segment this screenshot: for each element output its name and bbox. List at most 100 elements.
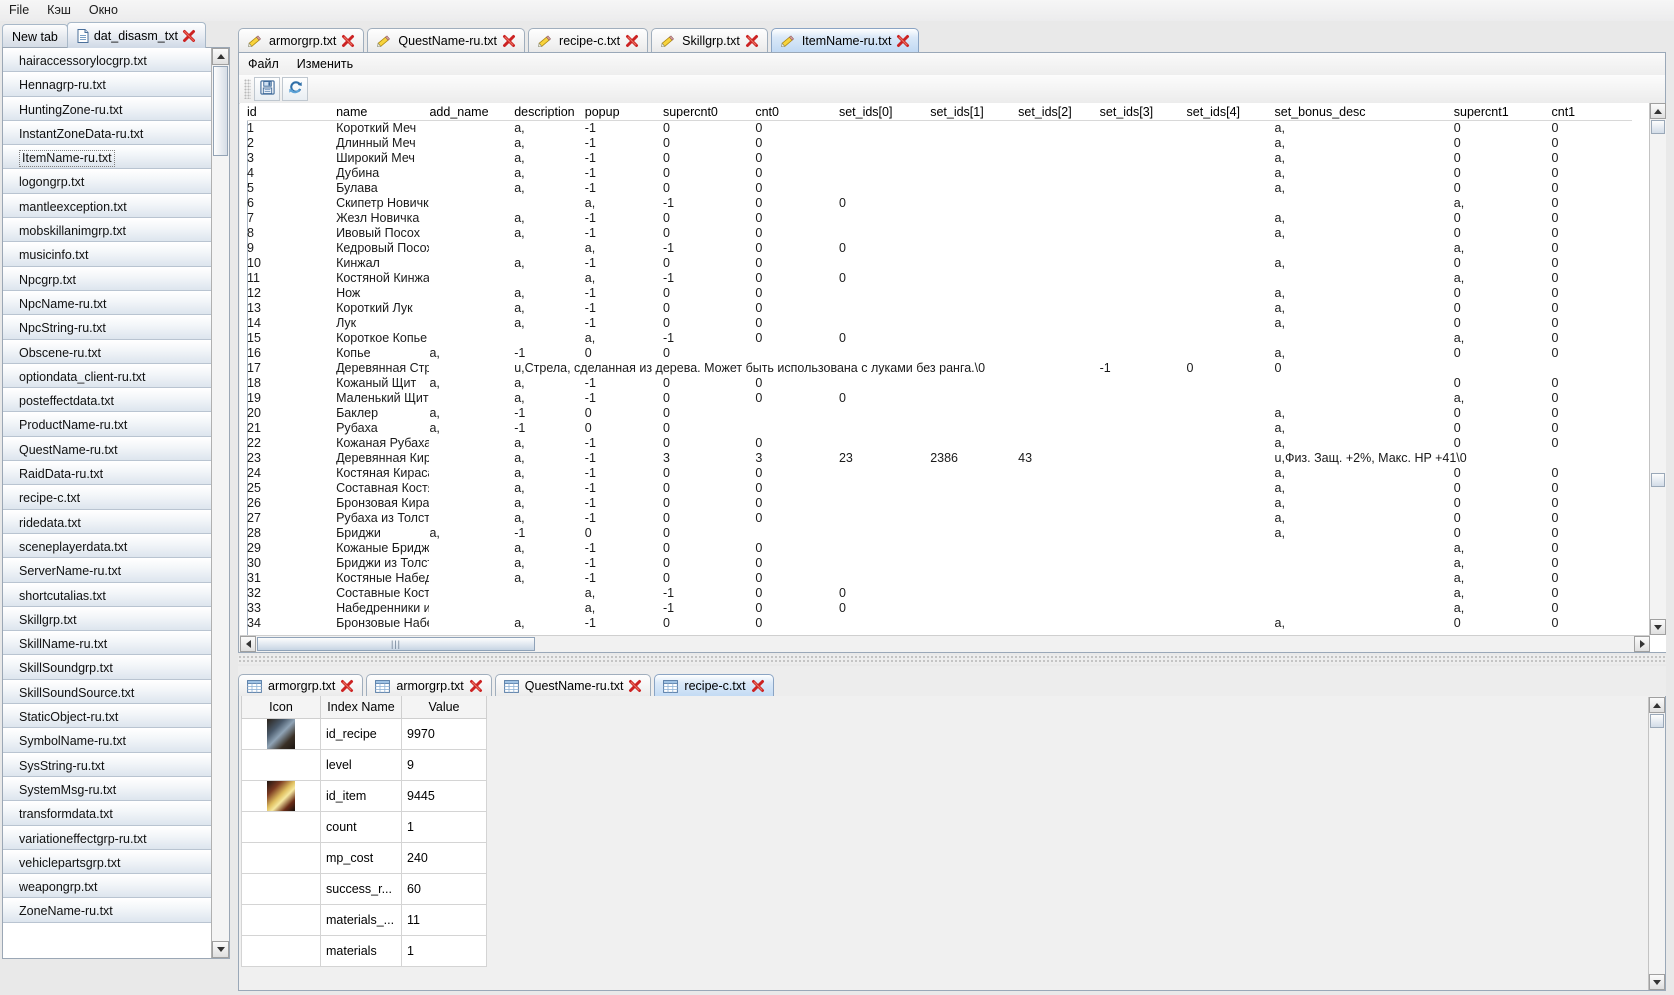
grid-cell[interactable]: 0: [839, 586, 930, 601]
grid-cell[interactable]: [930, 181, 1018, 196]
grid-cell[interactable]: [1187, 151, 1275, 166]
grid-cell[interactable]: 0: [1552, 406, 1633, 421]
grid-cell[interactable]: 0: [663, 391, 755, 406]
grid-cell[interactable]: [1187, 346, 1275, 361]
grid-cell[interactable]: a,: [1454, 556, 1552, 571]
grid-cell[interactable]: [1552, 361, 1633, 376]
grid-cell[interactable]: 0: [755, 316, 839, 331]
scrollbar-track[interactable]: [212, 65, 229, 941]
property-icon-cell[interactable]: [241, 904, 321, 936]
grid-cell[interactable]: a,: [514, 121, 585, 137]
grid-cell[interactable]: -1: [514, 406, 585, 421]
grid-cell[interactable]: Копье: [336, 346, 429, 361]
grid-cell[interactable]: [429, 616, 514, 631]
grid-cell[interactable]: a,: [514, 511, 585, 526]
grid-cell[interactable]: -1: [585, 391, 663, 406]
grid-cell[interactable]: [1018, 526, 1099, 541]
grid-cell[interactable]: [839, 436, 930, 451]
grid-cell[interactable]: 0: [663, 316, 755, 331]
close-icon[interactable]: [751, 679, 765, 693]
grid-col-id[interactable]: id: [247, 103, 337, 121]
grid-cell[interactable]: [429, 391, 514, 406]
grid-cell[interactable]: -1: [663, 601, 755, 616]
grid-cell[interactable]: 0: [663, 436, 755, 451]
grid-cell[interactable]: [1100, 451, 1187, 466]
grid-cell[interactable]: [1100, 196, 1187, 211]
grid-cell[interactable]: 3: [247, 151, 336, 166]
grid-cell[interactable]: [1187, 301, 1275, 316]
grid-cell[interactable]: 17: [247, 361, 336, 376]
grid-cell[interactable]: 13: [247, 301, 336, 316]
grid-cell[interactable]: [1100, 151, 1187, 166]
property-icon-cell[interactable]: [241, 935, 321, 967]
grid-cell[interactable]: 0: [1552, 511, 1633, 526]
reload-button[interactable]: [282, 77, 308, 101]
property-value-cell[interactable]: 60: [401, 873, 487, 905]
property-value-cell[interactable]: 9970: [401, 718, 487, 750]
grid-cell[interactable]: [1187, 181, 1275, 196]
grid-col-set-ids-2[interactable]: set_ids[2]: [1018, 103, 1100, 121]
file-list-item[interactable]: RaidData-ru.txt: [3, 461, 211, 486]
file-list-item[interactable]: HuntingZone-ru.txt: [3, 96, 211, 121]
grid-row[interactable]: 18 Кожаный Щит a, a, -1 0 0 0 0: [247, 376, 1632, 391]
grid-cell[interactable]: 32: [247, 586, 336, 601]
property-index-name-cell[interactable]: count: [320, 811, 402, 843]
grid-scrollbar-thumb[interactable]: [1651, 120, 1665, 134]
grid-cell[interactable]: -1: [663, 241, 755, 256]
grid-row[interactable]: 17Деревянная Стрела u,Стрела, сделанная и…: [247, 361, 1632, 376]
file-list-scrollbar[interactable]: [211, 48, 229, 958]
grid-cell[interactable]: [839, 136, 930, 151]
grid-cell[interactable]: [1100, 586, 1187, 601]
grid-cell[interactable]: [1018, 331, 1099, 346]
property-value-cell[interactable]: 11: [401, 904, 487, 936]
grid-scroll-up-button[interactable]: [1650, 103, 1666, 119]
grid-cell[interactable]: [1018, 316, 1099, 331]
file-list-item[interactable]: optiondata_client-ru.txt: [3, 363, 211, 389]
grid-cell[interactable]: [1100, 571, 1187, 586]
grid-cell[interactable]: 0: [663, 136, 755, 151]
grid-cell[interactable]: [429, 121, 514, 137]
grid-cell[interactable]: [1187, 241, 1275, 256]
grid-col-supercnt1[interactable]: supercnt1: [1453, 103, 1552, 121]
property-panel-scrollbar[interactable]: [1648, 697, 1665, 990]
grid-cell[interactable]: 0: [1552, 166, 1633, 181]
grid-cell[interactable]: a,: [514, 376, 585, 391]
grid-row[interactable]: 14 Лук a, -1 0 0 a, 0 0: [247, 316, 1632, 331]
grid-cell[interactable]: [1018, 196, 1099, 211]
grid-cell[interactable]: [1187, 556, 1275, 571]
grid-cell[interactable]: Рубаха: [336, 421, 429, 436]
grid-cell[interactable]: [930, 226, 1018, 241]
grid-cell[interactable]: -1: [585, 151, 663, 166]
property-index-name-cell[interactable]: materials_...: [320, 904, 402, 936]
grid-cell[interactable]: [839, 616, 930, 631]
grid-col-set-ids-1[interactable]: set_ids[1]: [930, 103, 1019, 121]
grid-cell[interactable]: a,: [1454, 271, 1552, 286]
grid-cell[interactable]: [1018, 121, 1099, 137]
grid-row[interactable]: 34Бронзовые Набедренникиa,-100a,00: [247, 616, 1632, 631]
grid-cell[interactable]: a,: [585, 241, 663, 256]
grid-cell[interactable]: [930, 556, 1018, 571]
editor-tab[interactable]: armorgrp.txt: [238, 28, 365, 53]
grid-cell[interactable]: a,: [514, 541, 585, 556]
editor-tab[interactable]: QuestName-ru.txt: [367, 28, 526, 53]
grid-cell[interactable]: [930, 256, 1018, 271]
grid-cell[interactable]: [1100, 316, 1187, 331]
grid-cell[interactable]: [930, 166, 1018, 181]
property-index-name-cell[interactable]: level: [320, 749, 402, 781]
grid-cell[interactable]: 0: [755, 481, 839, 496]
file-list-item[interactable]: ItemName-ru.txt: [3, 145, 211, 170]
grid-cell[interactable]: 11: [247, 271, 336, 286]
grid-cell[interactable]: [1100, 466, 1187, 481]
grid-cell[interactable]: [429, 586, 514, 601]
grid-vertical-scrollbar[interactable]: [1649, 103, 1666, 635]
grid-cell[interactable]: [930, 541, 1018, 556]
property-value-cell[interactable]: 9: [401, 749, 487, 781]
grid-cell[interactable]: a,: [1275, 526, 1454, 541]
grid-cell[interactable]: [429, 511, 514, 526]
grid-cell[interactable]: -1: [585, 556, 663, 571]
grid-cell[interactable]: -1: [585, 226, 663, 241]
grid-row[interactable]: 12 Нож a, -1 0 0 a, 0 0: [247, 286, 1632, 301]
grid-cell[interactable]: [839, 526, 930, 541]
grid-cell[interactable]: Широкий Меч: [336, 151, 429, 166]
property-col-index-name[interactable]: Index Name: [320, 696, 402, 719]
